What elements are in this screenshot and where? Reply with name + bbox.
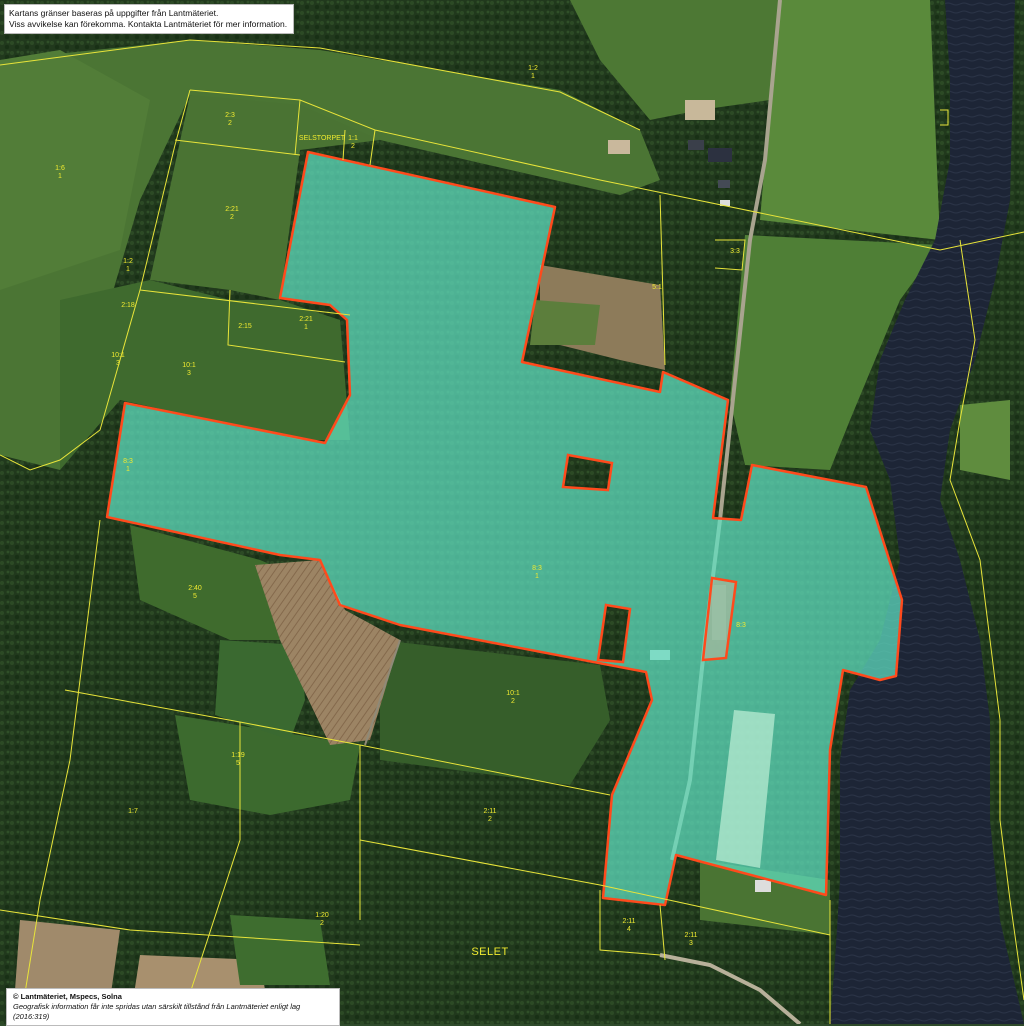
map-disclaimer: Kartans gränser baseras på uppgifter frå… (4, 4, 295, 34)
disclaimer-line-2: Viss avvikelse kan förekomma. Kontakta L… (9, 19, 288, 29)
disclaimer-line-1: Kartans gränser baseras på uppgifter frå… (9, 8, 219, 18)
parcel-label: 2:15 (238, 323, 252, 330)
parcel-label: 2:18 (121, 302, 135, 309)
place-name-label: SELET (471, 946, 508, 958)
map-copyright: © Lantmäteriet, Mspecs, Solna Geografisk… (6, 988, 340, 1026)
parcel-label: 5:1 (652, 284, 662, 291)
copyright-line-2: Geografisk information får inte spridas … (13, 1002, 301, 1021)
parcel-label: SELSTORPET (299, 135, 346, 142)
aerial-map[interactable]: 1:2 1 2:3 2 SELSTORPET 1:1 2 1:6 1 2:21 2 1:2… (0, 0, 1024, 1024)
copyright-line-1: © Lantmäteriet, Mspecs, Solna (13, 992, 122, 1001)
parcel-label: 8:3 (736, 622, 746, 629)
parcel-label: 3:3 (730, 248, 740, 255)
parcel-label: 1:7 (128, 808, 138, 815)
